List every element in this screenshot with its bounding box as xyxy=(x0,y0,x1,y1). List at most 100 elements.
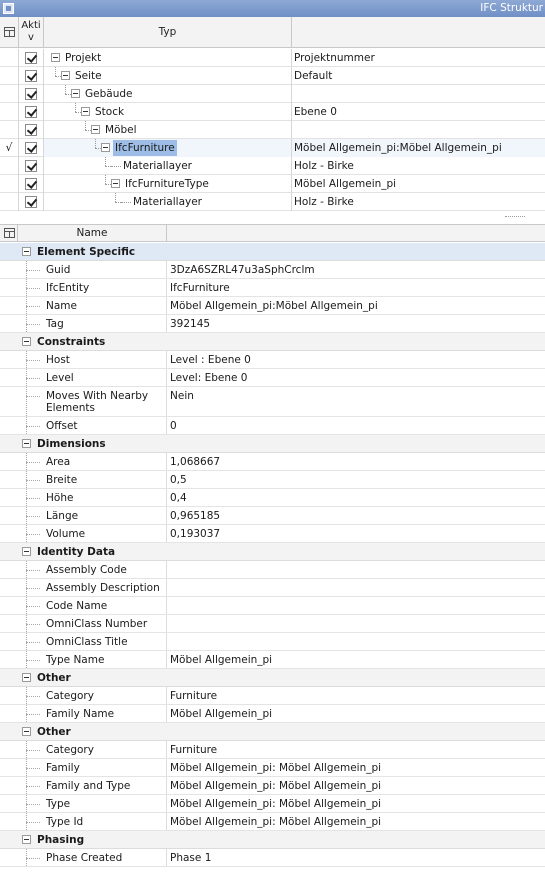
property-row[interactable]: Tag 392145 xyxy=(0,315,545,333)
aktiv-checkbox[interactable] xyxy=(25,142,37,154)
category-header[interactable]: Other xyxy=(0,723,545,741)
tree-row[interactable]: IfcFurnitureType Möbel Allgemein_pi xyxy=(0,175,545,193)
property-value[interactable]: Möbel Allgemein_pi: Möbel Allgemein_pi xyxy=(168,795,545,812)
property-row[interactable]: Assembly Description xyxy=(0,579,545,597)
property-value[interactable]: Furniture xyxy=(168,687,545,704)
property-value[interactable]: Nein xyxy=(168,387,545,416)
collapse-icon[interactable] xyxy=(111,179,120,188)
property-value[interactable]: 0,5 xyxy=(168,471,545,488)
property-value[interactable]: Möbel Allgemein_pi:Möbel Allgemein_pi xyxy=(168,297,545,314)
property-row[interactable]: Volume 0,193037 xyxy=(0,525,545,543)
property-value[interactable] xyxy=(168,561,545,578)
column-header-typ[interactable]: Typ xyxy=(44,17,292,48)
aktiv-checkbox[interactable] xyxy=(25,106,37,118)
property-value[interactable]: 1,068667 xyxy=(168,453,545,470)
property-value[interactable]: 3DzA6SZRL47u3aSphCrclm xyxy=(168,261,545,278)
column-header-value[interactable] xyxy=(292,17,545,48)
property-value[interactable]: Möbel Allgemein_pi: Möbel Allgemein_pi xyxy=(168,759,545,776)
property-row[interactable]: Family and Type Möbel Allgemein_pi: Möbel… xyxy=(0,777,545,795)
property-row[interactable]: Level Level: Ebene 0 xyxy=(0,369,545,387)
tree-node-label[interactable]: IfcFurnitureType xyxy=(123,176,211,192)
property-row[interactable]: Type Möbel Allgemein_pi: Möbel Allgemein_… xyxy=(0,795,545,813)
collapse-icon[interactable] xyxy=(51,53,60,62)
tree-node-label[interactable]: Projekt xyxy=(63,50,103,66)
tree-row[interactable]: Gebäude xyxy=(0,85,545,103)
aktiv-checkbox[interactable] xyxy=(25,124,37,136)
tree-row[interactable]: Materiallayer Holz - Birke xyxy=(0,193,545,211)
collapse-icon[interactable] xyxy=(22,247,31,256)
property-value[interactable]: 0 xyxy=(168,417,545,434)
property-row[interactable]: Breite 0,5 xyxy=(0,471,545,489)
category-header[interactable]: Element Specific xyxy=(0,243,545,261)
property-row[interactable]: Family Name Möbel Allgemein_pi xyxy=(0,705,545,723)
window-menu-icon[interactable] xyxy=(3,3,14,14)
column-header-name[interactable]: Name xyxy=(17,225,167,242)
property-row[interactable]: Area 1,068667 xyxy=(0,453,545,471)
tree-row[interactable]: √ IfcFurniture Möbel Allgemein_pi:Möbel Al… xyxy=(0,139,545,157)
collapse-icon[interactable] xyxy=(91,125,100,134)
property-value[interactable]: Möbel Allgemein_pi xyxy=(168,705,545,722)
property-value[interactable] xyxy=(168,633,545,650)
property-value[interactable]: Level : Ebene 0 xyxy=(168,351,545,368)
aktiv-checkbox[interactable] xyxy=(25,160,37,172)
category-header[interactable]: Phasing xyxy=(0,831,545,849)
property-value[interactable]: 0,193037 xyxy=(168,525,545,542)
property-row[interactable]: Host Level : Ebene 0 xyxy=(0,351,545,369)
property-row[interactable]: Offset 0 xyxy=(0,417,545,435)
splitter-grip[interactable] xyxy=(505,216,525,218)
property-row[interactable]: Type Name Möbel Allgemein_pi xyxy=(0,651,545,669)
category-header[interactable]: Identity Data xyxy=(0,543,545,561)
property-value[interactable] xyxy=(168,597,545,614)
property-row[interactable]: Category Furniture xyxy=(0,741,545,759)
property-row[interactable]: Type Id Möbel Allgemein_pi: Möbel Allgeme… xyxy=(0,813,545,831)
property-row[interactable]: Category Furniture xyxy=(0,687,545,705)
aktiv-checkbox[interactable] xyxy=(25,196,37,208)
property-row[interactable]: Code Name xyxy=(0,597,545,615)
tree-node-label[interactable]: Möbel xyxy=(103,122,139,138)
property-value[interactable]: Furniture xyxy=(168,741,545,758)
property-value[interactable]: 0,965185 xyxy=(168,507,545,524)
collapse-icon[interactable] xyxy=(101,143,110,152)
collapse-icon[interactable] xyxy=(81,107,90,116)
property-value[interactable]: 0,4 xyxy=(168,489,545,506)
collapse-icon[interactable] xyxy=(22,337,31,346)
category-header[interactable]: Dimensions xyxy=(0,435,545,453)
property-row[interactable]: OmniClass Number xyxy=(0,615,545,633)
collapse-icon[interactable] xyxy=(71,89,80,98)
properties-column-chooser-icon[interactable] xyxy=(4,228,15,238)
tree-node-label[interactable]: Seite xyxy=(73,68,104,84)
tree-node-label[interactable]: Materiallayer xyxy=(131,194,204,210)
aktiv-checkbox[interactable] xyxy=(25,178,37,190)
property-row[interactable]: Moves With Nearby Elements Nein xyxy=(0,387,545,417)
property-row[interactable]: Höhe 0,4 xyxy=(0,489,545,507)
aktiv-checkbox[interactable] xyxy=(25,88,37,100)
aktiv-checkbox[interactable] xyxy=(25,70,37,82)
column-chooser-button[interactable] xyxy=(0,17,19,48)
tree-node-label[interactable]: IfcFurniture xyxy=(113,140,177,156)
property-row[interactable]: Phase Created Phase 1 xyxy=(0,849,545,867)
property-value[interactable] xyxy=(168,579,545,596)
category-header[interactable]: Other xyxy=(0,669,545,687)
tree-row[interactable]: Stock Ebene 0 xyxy=(0,103,545,121)
collapse-icon[interactable] xyxy=(22,547,31,556)
collapse-icon[interactable] xyxy=(22,835,31,844)
tree-row[interactable]: Projekt Projektnummer xyxy=(0,49,545,67)
property-value[interactable]: Möbel Allgemein_pi xyxy=(168,651,545,668)
property-row[interactable]: Family Möbel Allgemein_pi: Möbel Allgemei… xyxy=(0,759,545,777)
category-header[interactable]: Constraints xyxy=(0,333,545,351)
property-value[interactable] xyxy=(168,615,545,632)
property-value[interactable]: Möbel Allgemein_pi: Möbel Allgemein_pi xyxy=(168,777,545,794)
collapse-icon[interactable] xyxy=(22,673,31,682)
tree-node-label[interactable]: Stock xyxy=(93,104,126,120)
property-value[interactable]: Level: Ebene 0 xyxy=(168,369,545,386)
property-row[interactable]: IfcEntity IfcFurniture xyxy=(0,279,545,297)
collapse-icon[interactable] xyxy=(22,439,31,448)
property-row[interactable]: Name Möbel Allgemein_pi:Möbel Allgemein_p… xyxy=(0,297,545,315)
property-value[interactable]: 392145 xyxy=(168,315,545,332)
tree-node-label[interactable]: Materiallayer xyxy=(121,158,194,174)
tree-row[interactable]: Materiallayer Holz - Birke xyxy=(0,157,545,175)
property-row[interactable]: Guid 3DzA6SZRL47u3aSphCrclm xyxy=(0,261,545,279)
collapse-icon[interactable] xyxy=(22,727,31,736)
collapse-icon[interactable] xyxy=(61,71,70,80)
property-value[interactable]: Phase 1 xyxy=(168,849,545,866)
